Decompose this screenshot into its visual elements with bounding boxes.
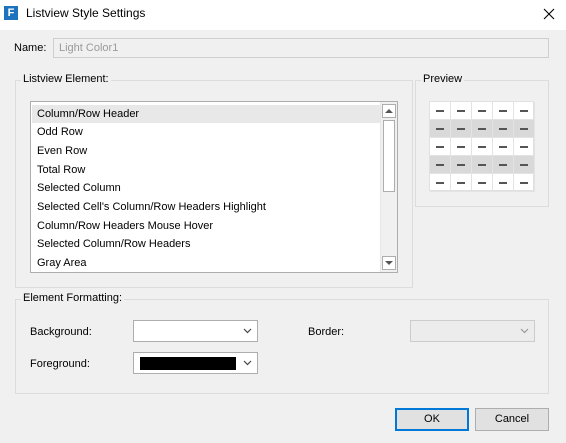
dash-icon	[499, 109, 507, 112]
preview-cell	[451, 138, 472, 156]
name-field[interactable]: Light Color1	[53, 38, 549, 58]
dash-icon	[457, 145, 465, 148]
list-item[interactable]: Odd Row	[37, 123, 83, 141]
chevron-down-icon	[241, 325, 253, 337]
background-color-select[interactable]	[133, 320, 258, 342]
dash-icon	[520, 163, 528, 166]
preview-cell	[430, 138, 451, 156]
preview-cell	[472, 156, 493, 174]
list-item[interactable]: Gray Area	[37, 254, 87, 272]
dash-icon	[520, 127, 528, 130]
close-icon	[543, 8, 554, 20]
preview-cell	[472, 102, 493, 120]
preview-cell	[493, 174, 514, 192]
foreground-color-swatch	[140, 357, 236, 370]
preview-group-title: Preview	[421, 73, 465, 85]
list-item[interactable]: Even Row	[37, 142, 87, 160]
border-label: Border:	[308, 326, 345, 338]
dash-icon	[499, 127, 507, 130]
preview-cell	[493, 138, 514, 156]
preview-grid	[429, 101, 535, 192]
ok-button[interactable]: OK	[395, 408, 469, 431]
listview-element-group-title: Listview Element:	[21, 73, 111, 85]
arrow-down-icon	[385, 261, 393, 265]
scroll-thumb[interactable]	[383, 120, 395, 192]
preview-cell	[472, 138, 493, 156]
preview-cell	[451, 174, 472, 192]
element-formatting-group-title: Element Formatting:	[21, 292, 125, 304]
preview-cell	[451, 102, 472, 120]
border-color-select[interactable]	[410, 320, 535, 342]
preview-cell	[493, 120, 514, 138]
arrow-up-icon	[385, 109, 393, 113]
dash-icon	[478, 145, 486, 148]
cancel-button[interactable]: Cancel	[475, 408, 549, 431]
foreground-label: Foreground:	[30, 358, 90, 370]
dash-icon	[520, 109, 528, 112]
preview-cell	[472, 174, 493, 192]
app-logo-icon: F	[4, 6, 18, 20]
dash-icon	[457, 109, 465, 112]
preview-cell	[430, 102, 451, 120]
chevron-down-icon	[241, 357, 253, 369]
dash-icon	[499, 181, 507, 184]
preview-cell	[430, 120, 451, 138]
dash-icon	[436, 109, 444, 112]
list-item[interactable]: Total Row	[37, 161, 85, 179]
dash-icon	[478, 109, 486, 112]
preview-cell	[472, 120, 493, 138]
preview-cell	[451, 156, 472, 174]
preview-cell	[430, 156, 451, 174]
dash-icon	[499, 145, 507, 148]
list-item[interactable]: Column/Row Headers Mouse Hover	[37, 217, 213, 235]
dash-icon	[478, 181, 486, 184]
background-label: Background:	[30, 326, 92, 338]
dash-icon	[457, 181, 465, 184]
dash-icon	[520, 181, 528, 184]
listview-element-list[interactable]: Column/Row Header Odd Row Even Row Total…	[30, 101, 398, 273]
element-formatting-group	[15, 299, 549, 394]
preview-cell	[493, 102, 514, 120]
dash-icon	[436, 127, 444, 130]
list-item[interactable]: Column/Row Header	[32, 105, 380, 123]
dash-icon	[436, 163, 444, 166]
dash-icon	[520, 145, 528, 148]
foreground-color-select[interactable]	[133, 352, 258, 374]
preview-cell	[514, 138, 535, 156]
preview-cell	[451, 120, 472, 138]
list-item[interactable]: Selected Column/Row Headers	[37, 235, 190, 253]
list-scrollbar[interactable]	[380, 102, 397, 272]
preview-cell	[514, 174, 535, 192]
dash-icon	[436, 181, 444, 184]
dash-icon	[478, 163, 486, 166]
scroll-down-button[interactable]	[382, 256, 396, 270]
dash-icon	[436, 145, 444, 148]
list-item[interactable]: Selected Column	[37, 179, 121, 197]
chevron-down-icon	[518, 325, 530, 337]
preview-cell	[514, 120, 535, 138]
preview-cell	[514, 102, 535, 120]
name-label: Name:	[14, 42, 47, 54]
dash-icon	[478, 127, 486, 130]
list-item[interactable]: Selected Cell's Column/Row Headers Highl…	[37, 198, 266, 216]
dash-icon	[457, 163, 465, 166]
title-bar: F Listview Style Settings	[0, 0, 566, 30]
window-title: Listview Style Settings	[26, 6, 146, 20]
dash-icon	[457, 127, 465, 130]
close-button[interactable]	[531, 0, 566, 28]
preview-cell	[430, 174, 451, 192]
background-color-swatch	[140, 325, 236, 338]
scroll-up-button[interactable]	[382, 104, 396, 118]
dash-icon	[499, 163, 507, 166]
preview-cell	[493, 156, 514, 174]
preview-cell	[514, 156, 535, 174]
